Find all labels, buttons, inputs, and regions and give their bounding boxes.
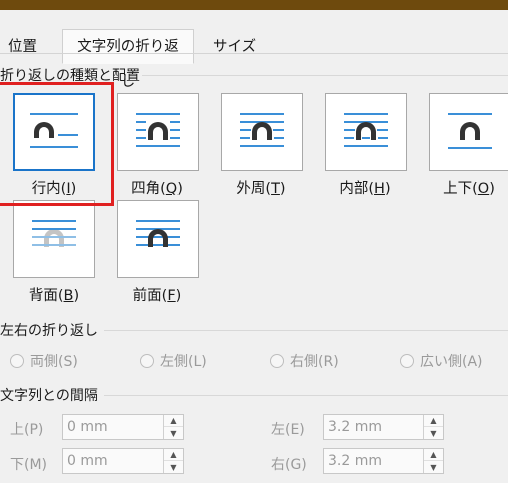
wrap-inline-icon [30, 113, 78, 148]
wrap-top-bottom-button[interactable] [429, 93, 508, 171]
wrap-inline-button[interactable] [13, 93, 95, 171]
wrap-square-button[interactable] [117, 93, 199, 171]
wrap-tight-button[interactable] [221, 93, 303, 171]
tab-strip: 位置 文字列の折り返し サイズ [0, 10, 508, 90]
wrap-inline-label: 行内(I) [31, 181, 77, 197]
distance-left-spinner[interactable]: 3.2 mm ▲ ▼ [323, 414, 444, 440]
radio-circle-icon [10, 354, 24, 368]
wrap-through-button[interactable] [325, 93, 407, 171]
spin-down-icon[interactable]: ▼ [424, 461, 443, 473]
wrap-behind-label: 背面(B) [28, 288, 80, 304]
wrap-through-icon [344, 113, 388, 147]
distance-title: 文字列との間隔 [0, 388, 98, 404]
distance-bottom-spinner[interactable]: 0 mm ▲ ▼ [62, 448, 184, 474]
distance-right-label: 右(G) [271, 457, 307, 473]
wrap-sides-divider [104, 330, 508, 331]
distance-divider [104, 395, 508, 396]
wrap-style-title: 折り返しの種類と配置 [0, 68, 140, 84]
radio-left-side[interactable]: 左側(L) [140, 351, 207, 371]
wrap-square-icon [136, 113, 180, 147]
wrap-tight-icon [240, 113, 284, 147]
wrap-top-bottom-icon [448, 113, 492, 149]
distance-bottom-value: 0 mm [67, 453, 108, 469]
distance-top-label: 上(P) [10, 422, 44, 438]
distance-bottom-label: 下(M) [10, 457, 48, 473]
radio-circle-icon [400, 354, 414, 368]
wrap-front-button[interactable] [117, 200, 199, 278]
wrap-top-bottom-label: 上下(O) [443, 181, 495, 197]
spin-down-icon[interactable]: ▼ [164, 427, 183, 439]
wrap-square-label: 四角(Q) [131, 181, 183, 197]
wrap-front-label: 前面(F) [132, 288, 182, 304]
tab-size[interactable]: サイズ [205, 31, 264, 64]
radio-right-side[interactable]: 右側(R) [270, 351, 339, 371]
wrap-behind-button[interactable] [13, 200, 95, 278]
tab-text-wrapping[interactable]: 文字列の折り返し [62, 29, 194, 90]
wrap-sides-title: 左右の折り返し [0, 323, 98, 339]
radio-circle-icon [270, 354, 284, 368]
distance-left-value: 3.2 mm [328, 419, 382, 435]
radio-largest-side[interactable]: 広い側(A) [400, 351, 483, 371]
spin-down-icon[interactable]: ▼ [424, 427, 443, 439]
spin-up-icon[interactable]: ▲ [424, 449, 443, 461]
wrap-style-divider [142, 75, 508, 76]
wrap-behind-icon [32, 220, 76, 247]
spin-up-icon[interactable]: ▲ [424, 415, 443, 427]
spin-down-icon[interactable]: ▼ [164, 461, 183, 473]
distance-top-spinner[interactable]: 0 mm ▲ ▼ [62, 414, 184, 440]
radio-both-sides[interactable]: 両側(S) [10, 351, 78, 371]
wrap-tight-label: 外周(T) [236, 181, 286, 197]
window-title-bar [0, 0, 508, 10]
distance-left-label: 左(E) [271, 422, 305, 438]
tab-divider [0, 53, 508, 54]
distance-top-value: 0 mm [67, 419, 108, 435]
wrap-through-label: 内部(H) [339, 181, 391, 197]
spin-up-icon[interactable]: ▲ [164, 415, 183, 427]
distance-right-value: 3.2 mm [328, 453, 382, 469]
tab-position[interactable]: 位置 [0, 31, 45, 64]
radio-circle-icon [140, 354, 154, 368]
distance-right-spinner[interactable]: 3.2 mm ▲ ▼ [323, 448, 444, 474]
wrap-front-icon [136, 220, 180, 247]
spin-up-icon[interactable]: ▲ [164, 449, 183, 461]
